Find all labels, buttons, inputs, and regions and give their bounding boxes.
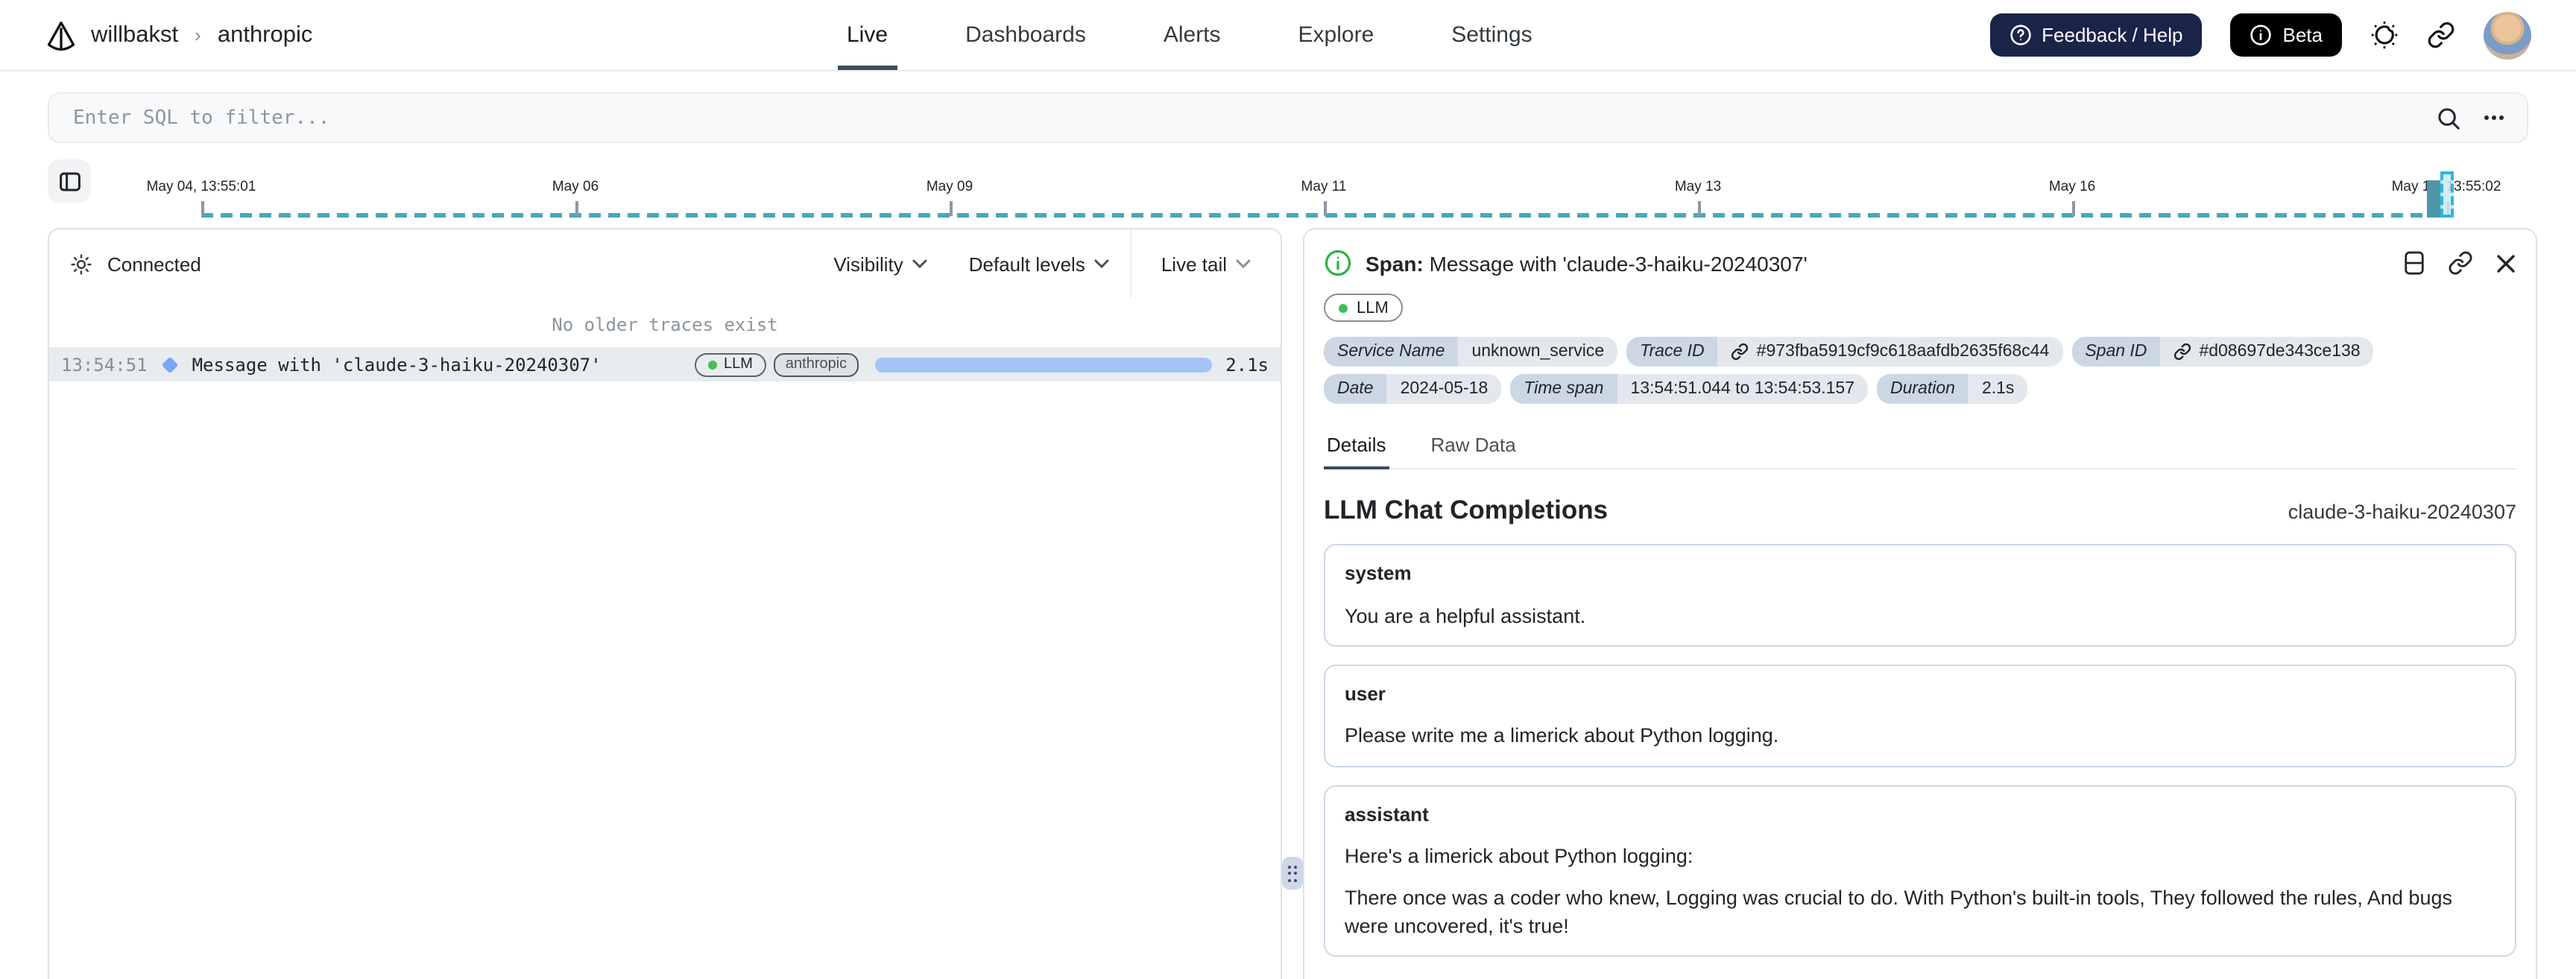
green-dot-icon (707, 360, 716, 369)
live-tail-dropdown[interactable]: Live tail (1129, 229, 1281, 298)
span-properties: Service Name unknown_service Trace ID #9… (1324, 337, 2516, 404)
tab-details[interactable]: Details (1324, 423, 1389, 469)
model-name: claude-3-haiku-20240307 (2288, 501, 2516, 523)
navbar-actions: Feedback / Help Beta (1989, 11, 2531, 59)
connection-status: Connected (70, 253, 201, 275)
nav-item-explore[interactable]: Explore (1289, 0, 1383, 70)
timeline-label: May 06 (552, 179, 599, 195)
timeline-tick (575, 201, 578, 216)
message-role: user (1345, 682, 1386, 705)
property-duration: Duration 2.1s (1877, 374, 2028, 404)
no-older-traces-message: No older traces exist (552, 314, 778, 335)
span-info-icon (1324, 249, 1352, 277)
timeline-tick (1698, 201, 1700, 216)
property-span-id[interactable]: Span ID #d08697de343ce138 (2071, 337, 2374, 367)
tab-raw-data[interactable]: Raw Data (1428, 423, 1519, 469)
span-tabs: Details Raw Data (1324, 423, 2516, 469)
share-link-icon[interactable] (2427, 21, 2455, 49)
anthropic-badge: anthropic (773, 352, 859, 376)
chevron-down-icon (1094, 259, 1109, 268)
app: willbakst › anthropic Live Dashboards Al… (0, 0, 2576, 979)
feedback-help-button[interactable]: Feedback / Help (1989, 13, 2203, 57)
traces-panel: Connected Visibility Default levels Live (48, 228, 1282, 979)
message-card-system: system You are a helpful assistant. (1324, 544, 2516, 647)
span-type-badge: LLM (1324, 294, 1404, 322)
breadcrumb-separator-icon: › (195, 24, 201, 46)
close-icon[interactable] (2496, 253, 2516, 273)
message-text: There once was a coder who knew, Logging… (1345, 887, 2452, 937)
timeline-label: May 04, 13:55:01 (146, 179, 256, 195)
timeline-chart[interactable]: May 04, 13:55:01 May 06 May 09 May 11 Ma… (0, 155, 2576, 224)
nav-item-settings[interactable]: Settings (1442, 0, 1541, 70)
timeline-baseline (201, 213, 2427, 218)
nav-item-live[interactable]: Live (838, 0, 897, 70)
timeline-selection[interactable] (2440, 171, 2454, 218)
timeline-tick (950, 201, 952, 216)
trace-row[interactable]: 13:54:51 Message with 'claude-3-haiku-20… (49, 347, 1281, 381)
timeline-label: May 09 (926, 179, 973, 195)
split-view-icon[interactable] (2403, 250, 2425, 276)
nav-item-alerts[interactable]: Alerts (1155, 0, 1230, 70)
timeline-label: May 13 (1674, 179, 1722, 195)
timeline-label: May 16 (2048, 179, 2096, 195)
main-nav: Live Dashboards Alerts Explore Settings (838, 0, 1541, 70)
duration-value: 2.1s (1225, 354, 1269, 375)
sql-filter-input[interactable] (70, 105, 2436, 130)
chevron-down-icon (912, 259, 927, 268)
message-text: You are a helpful assistant. (1345, 604, 1586, 627)
gear-icon[interactable] (70, 253, 92, 275)
timeline-label: May 11 (1301, 179, 1347, 195)
user-avatar[interactable] (2484, 11, 2531, 59)
link-icon (1731, 343, 1749, 361)
copy-link-icon[interactable] (2448, 250, 2473, 276)
trace-timestamp: 13:54:51 (61, 354, 148, 375)
breadcrumb[interactable]: willbakst › anthropic (45, 19, 312, 51)
timeline-tick (1324, 201, 1326, 216)
timeline-tick (2072, 201, 2074, 216)
default-levels-dropdown[interactable]: Default levels (948, 229, 1130, 298)
nav-item-dashboards[interactable]: Dashboards (956, 0, 1095, 70)
info-icon (2250, 24, 2273, 46)
span-details-panel: Span: Message with 'claude-3-haiku-20240… (1303, 228, 2537, 979)
green-dot-icon (1339, 303, 1348, 312)
message-card-assistant: assistant Here's a limerick about Python… (1324, 785, 2516, 957)
section-title: LLM Chat Completions (1324, 495, 1609, 525)
trace-marker-icon (161, 355, 178, 373)
property-date: Date 2024-05-18 (1324, 374, 1502, 404)
message-card-user: user Please write me a limerick about Py… (1324, 664, 2516, 767)
trace-title: Message with 'claude-3-haiku-20240307' (192, 354, 602, 375)
link-icon (2174, 343, 2191, 361)
chevron-down-icon (1236, 259, 1251, 268)
breadcrumb-project[interactable]: anthropic (218, 22, 313, 48)
time-histogram: May 04, 13:55:01 May 06 May 09 May 11 Ma… (0, 155, 2576, 224)
app-logo-icon (45, 19, 78, 51)
message-role: assistant (1345, 802, 1429, 826)
timeline-tick (201, 201, 203, 216)
llm-badge: LLM (694, 352, 766, 376)
beta-button[interactable]: Beta (2230, 13, 2342, 57)
breadcrumb-org[interactable]: willbakst (91, 22, 178, 48)
visibility-dropdown[interactable]: Visibility (812, 229, 947, 298)
traces-panel-header: Connected Visibility Default levels Live (49, 229, 1281, 298)
more-options-icon[interactable] (2482, 106, 2506, 130)
property-trace-id[interactable]: Trace ID #973fba5919cf9c618aafdb2635f68c… (1626, 337, 2063, 367)
message-text: Please write me a limerick about Python … (1345, 724, 1779, 747)
search-icon[interactable] (2436, 105, 2461, 130)
span-title: Span: Message with 'claude-3-haiku-20240… (1366, 251, 1808, 275)
property-time-span: Time span 13:54:51.044 to 13:54:53.157 (1510, 374, 1868, 404)
help-icon (2009, 24, 2031, 46)
llm-section-header: LLM Chat Completions claude-3-haiku-2024… (1324, 495, 2516, 526)
status-text: Connected (107, 253, 201, 275)
span-header: Span: Message with 'claude-3-haiku-20240… (1324, 229, 2516, 277)
top-navbar: willbakst › anthropic Live Dashboards Al… (0, 0, 2576, 72)
duration-bar (875, 357, 1213, 372)
timeline-histogram-bar (2427, 180, 2442, 218)
message-role: system (1345, 562, 1412, 584)
property-service-name: Service Name unknown_service (1324, 337, 1618, 367)
theme-toggle-icon[interactable] (2370, 21, 2399, 49)
panel-resize-handle[interactable] (1282, 857, 1303, 890)
sql-filter-bar (48, 92, 2528, 143)
message-text: Here's a limerick about Python logging: (1345, 845, 1693, 868)
